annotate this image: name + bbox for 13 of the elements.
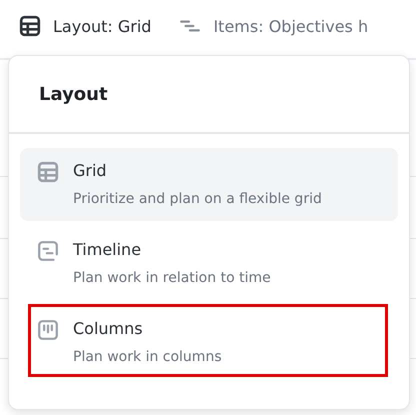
columns-icon [37,319,59,341]
option-description: Plan work in columns [73,349,223,365]
layout-option[interactable]: Timeline Plan work in relation to time [20,227,398,300]
option-description: Prioritize and plan on a flexible grid [73,191,323,207]
layout-option[interactable]: Grid Prioritize and plan on a flexible grid [20,148,398,221]
table-icon [19,15,41,37]
toolbar-button[interactable]: Layout: Grid [19,15,152,37]
menu-title: Layout [39,84,108,104]
table-icon [37,161,59,183]
timeline-icon [37,240,59,262]
layout-option[interactable]: Columns Plan work in columns [20,306,398,379]
toolbar-button[interactable]: Items: Objectives h [179,15,368,37]
option-description: Plan work in relation to time [73,270,272,286]
